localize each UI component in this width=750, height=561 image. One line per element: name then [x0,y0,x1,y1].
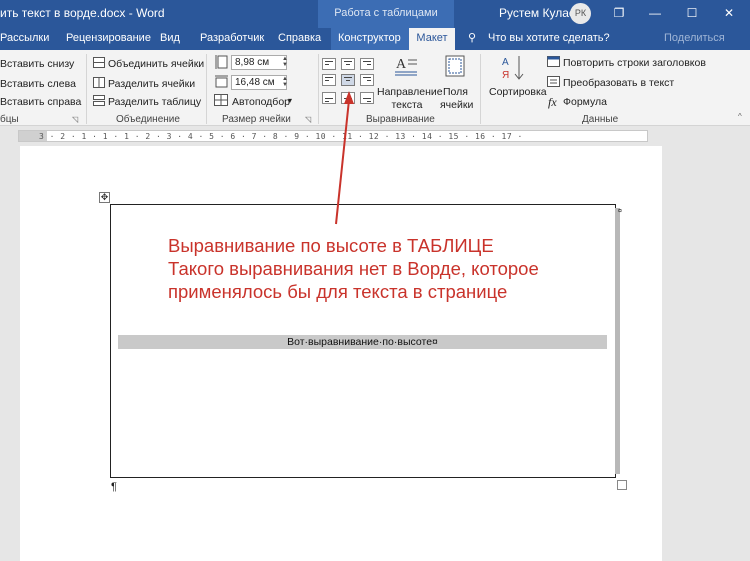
align-bottom-left-button[interactable] [322,92,336,104]
autofit-dropdown-icon[interactable]: ▾ [288,96,292,105]
tab-mailings[interactable]: Рассылки [0,32,49,44]
table-resize-handle[interactable] [617,480,627,490]
document-title: ить текст в ворде.docx - Word [0,6,165,20]
vertical-scrollbar[interactable] [734,146,750,561]
minimize-button[interactable]: — [638,0,672,28]
split-cells-icon [93,77,105,88]
split-table-button[interactable]: Разделить таблицу [108,96,201,108]
dialog-launcher-icon[interactable]: ◹ [72,115,78,124]
group-separator [206,54,207,124]
tab-review[interactable]: Рецензирование [66,32,151,44]
svg-text:A: A [396,57,407,72]
autofit-icon [214,94,228,106]
annotation-line: применялось бы для текста в странице [168,281,508,302]
table-cell-text[interactable]: Вот·выравнивание·по·высоте¤ [118,335,607,349]
annotation-text: Выравнивание по высоте в ТАБЛИЦЕ Такого … [168,234,539,303]
document-page[interactable]: ✥ Вот·выравнивание·по·высоте¤ ¤ ¶ [20,146,662,561]
column-width-spinner[interactable]: ▲ ▼ [282,76,288,88]
group-separator [480,54,481,124]
ribbon-display-options-button[interactable]: ❐ [602,0,636,28]
title-bar: ить текст в ворде.docx - Word Работа с т… [0,0,750,28]
align-center-button[interactable] [341,58,355,70]
data-group-label: Данные [582,114,619,125]
ribbon: Вставить снизу Вставить слева Вставить с… [0,50,750,126]
split-table-icon [93,95,105,106]
rows-columns-group-label: бцы [0,114,19,125]
tab-layout[interactable]: Макет [409,28,455,50]
text-direction-button[interactable]: Направление [377,86,443,98]
tab-design[interactable]: Конструктор [338,32,401,44]
group-separator [86,54,87,124]
insert-left-button[interactable]: Вставить слева [0,78,76,90]
table-right-edge [615,208,620,474]
svg-text:А: А [502,57,509,68]
align-bottom-right-button[interactable] [360,92,374,104]
text-direction-label: текста [391,99,423,111]
split-cells-button[interactable]: Разделить ячейки [108,78,195,90]
collapse-ribbon-icon[interactable]: ^ [738,112,742,121]
share-button[interactable]: Поделиться [664,32,725,44]
cell-margins-label: ячейки [440,99,474,111]
ribbon-tabs: Рассылки Рецензирование Вид Разработчик … [0,28,750,50]
tab-view[interactable]: Вид [160,32,180,44]
ruler-body: 3 · 2 · 1 · 1 · 1 · 2 · 3 · 4 · 5 · 6 · … [18,130,648,142]
insert-right-button[interactable]: Вставить справа [0,96,81,108]
merge-group-label: Объединение [116,114,180,125]
align-bottom-center-button[interactable] [341,92,355,104]
align-center-right-button[interactable] [360,58,374,70]
svg-text:Я: Я [502,70,509,81]
repeat-header-rows-icon [547,56,560,67]
align-top-right-button[interactable] [360,74,374,86]
convert-to-text-button[interactable]: Преобразовать в текст [563,77,674,89]
tell-me-search[interactable]: Что вы хотите сделать? [488,32,610,44]
align-top-left-button[interactable] [322,74,336,86]
maximize-button[interactable]: ☐ [675,0,709,28]
close-button[interactable]: ✕ [712,0,746,28]
row-end-mark: ¤ [618,208,622,215]
merge-cells-icon [93,57,105,68]
row-height-icon [215,55,228,69]
cell-margins-icon [445,55,465,77]
repeat-header-rows-button[interactable]: Повторить строки заголовков [563,57,706,69]
cell-size-group-label: Размер ячейки [222,114,291,125]
avatar[interactable]: РК [570,3,591,24]
text-direction-icon: A [395,57,417,76]
cell-margins-button[interactable]: Поля [443,86,468,98]
group-separator [318,54,319,124]
insert-below-button[interactable]: Вставить снизу [0,58,74,70]
align-top-center-button[interactable] [341,74,355,86]
column-width-field[interactable]: 16,48 см [231,75,287,90]
merge-cells-button[interactable]: Объединить ячейки [108,58,204,70]
align-center-left-button[interactable] [322,58,336,70]
sort-button[interactable]: Сортировка [489,86,547,98]
ruler-marks: 3 · 2 · 1 · 1 · 1 · 2 · 3 · 4 · 5 · 6 · … [39,132,523,141]
alignment-group-label: Выравнивание [366,114,435,125]
sort-icon: АЯ [502,56,524,81]
dialog-launcher-icon[interactable]: ◹ [305,115,311,124]
autofit-button[interactable]: Автоподбор [232,96,290,108]
tab-help[interactable]: Справка [278,32,321,44]
table-move-handle[interactable]: ✥ [99,192,110,203]
formula-button[interactable]: Формула [563,96,607,108]
tab-developer[interactable]: Разработчик [200,32,264,44]
lightbulb-icon: ⚲ [468,32,477,44]
column-width-icon [215,75,228,88]
annotation-line: Выравнивание по высоте в ТАБЛИЦЕ [168,235,494,256]
annotation-line: Такого выравнивания нет в Ворде, которое [168,258,539,279]
row-height-field[interactable]: 8,98 см [231,55,287,70]
table-tools-context-label: Работа с таблицами [318,0,454,28]
horizontal-ruler[interactable]: 3 · 2 · 1 · 1 · 1 · 2 · 3 · 4 · 5 · 6 · … [0,128,750,144]
convert-to-text-icon [547,76,560,87]
row-height-spinner[interactable]: ▲ ▼ [282,56,288,68]
paragraph-mark: ¶ [111,481,117,493]
formula-icon: fx [548,95,557,109]
